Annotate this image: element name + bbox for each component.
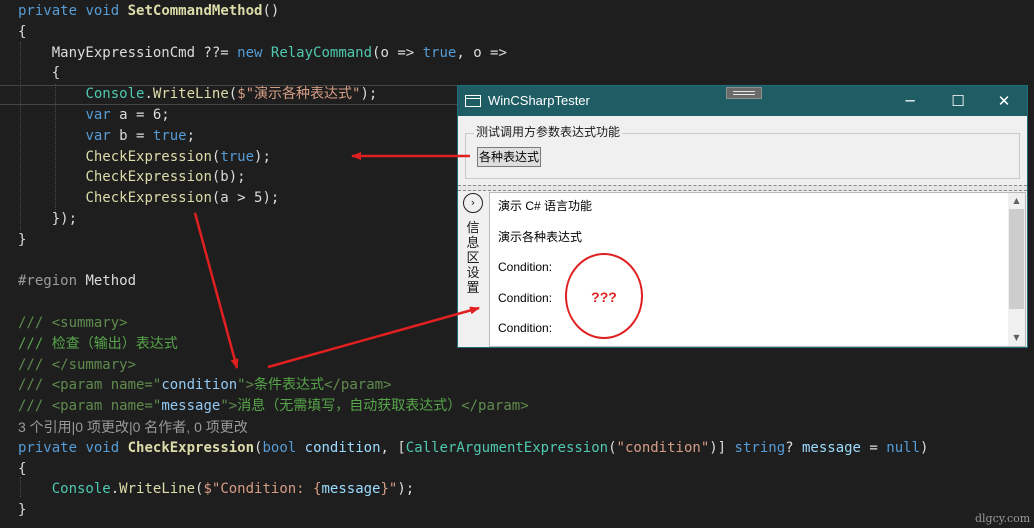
watermark: dlgcy.com (975, 512, 1031, 525)
arrow-param-to-output (267, 306, 480, 369)
arrow-code-to-param (193, 212, 239, 369)
question-marks-label: ??? (591, 289, 617, 305)
annotation-overlay: ??? (193, 152, 643, 369)
